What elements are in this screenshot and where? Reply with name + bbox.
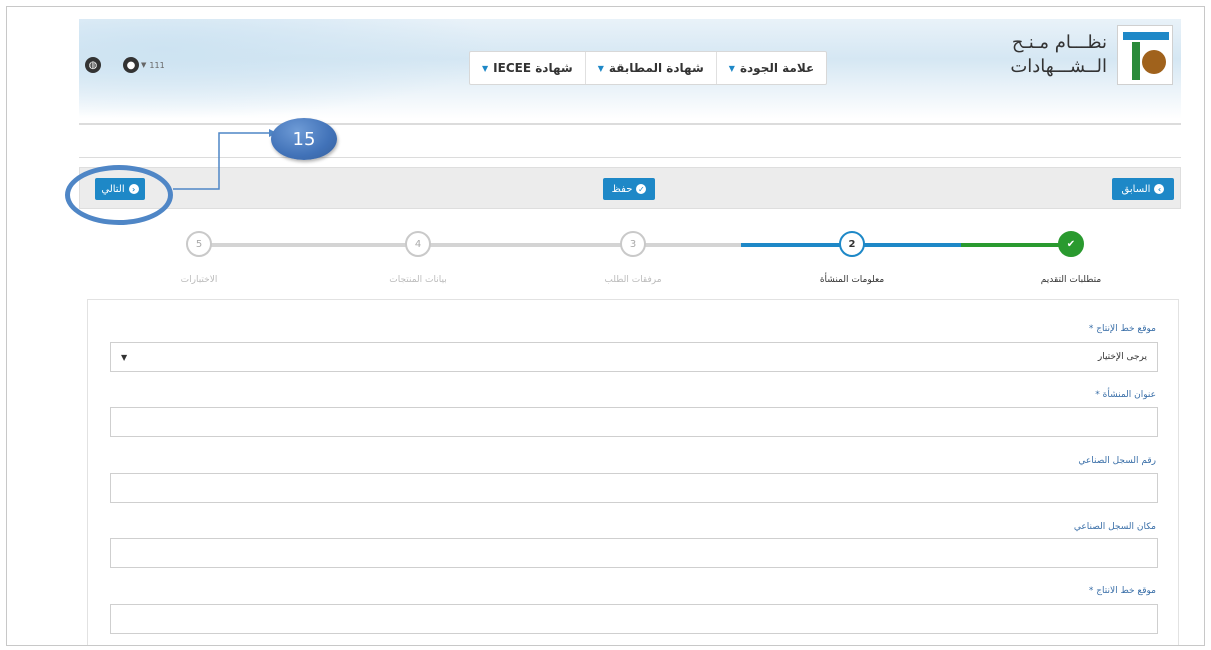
required-mark: * (1095, 390, 1100, 400)
step-3-label: مرفقات الطلب (604, 275, 662, 285)
step-2-label: معلومات المنشأة (819, 275, 885, 285)
production-line-location-select[interactable]: يرجى الإختيار ▼ (110, 342, 1158, 372)
field-label-establishment-address: عنوان المنشأة * (1095, 390, 1156, 400)
field-label-text: رقم السجل الصناعي (1078, 456, 1156, 466)
caret-down-icon: ▼ (121, 352, 128, 362)
step-1-label: متطلبات التقديم (1040, 275, 1102, 285)
select-value: يرجى الإختيار (1097, 352, 1147, 362)
field-label-industrial-registry-number: رقم السجل الصناعي (1078, 456, 1156, 466)
screenshot-frame: نظـــام مـنـح الــشـــهادات علامة الجودة… (6, 6, 1205, 646)
step-4-label: بيانات المنتجات (389, 275, 447, 285)
required-mark: * (1088, 324, 1094, 334)
field-label-text: موقع خط الإنتاج (1096, 324, 1156, 334)
field-label-text: عنوان المنشأة (1102, 390, 1156, 400)
establishment-address-input[interactable] (110, 407, 1158, 437)
step-1-circle[interactable]: ✔ (1058, 231, 1084, 257)
required-mark: * (1088, 586, 1094, 596)
wizard-stepper: 5 4 3 2 ✔ الاختبارات بيانات المنتجات مرف… (87, 227, 1177, 297)
field-label-production-line-location: موقع خط الإنتاج * (1089, 324, 1156, 334)
step-2-circle[interactable]: 2 (839, 231, 865, 257)
step-5-circle[interactable]: 5 (186, 231, 212, 257)
annotation-callout: 15 (271, 118, 337, 160)
step-4-circle[interactable]: 4 (405, 231, 431, 257)
establishment-info-form: موقع خط الإنتاج * يرجى الإختيار ▼ عنوان … (87, 299, 1179, 645)
field-label-production-line-location-2: موقع خط الانتاج * (1089, 586, 1156, 596)
step-5-label: الاختبارات (180, 275, 218, 285)
industrial-registry-number-input[interactable] (110, 473, 1158, 503)
field-label-text: موقع خط الانتاج (1096, 586, 1156, 596)
industrial-registry-place-input[interactable] (110, 538, 1158, 568)
field-label-text: مكان السجل الصناعي (1073, 522, 1156, 532)
step-track-done (961, 243, 1071, 247)
field-label-industrial-registry-place: مكان السجل الصناعي (1074, 522, 1156, 532)
production-line-location-input[interactable] (110, 604, 1158, 634)
step-3-circle[interactable]: 3 (620, 231, 646, 257)
annotation-highlight-ellipse (65, 165, 173, 225)
